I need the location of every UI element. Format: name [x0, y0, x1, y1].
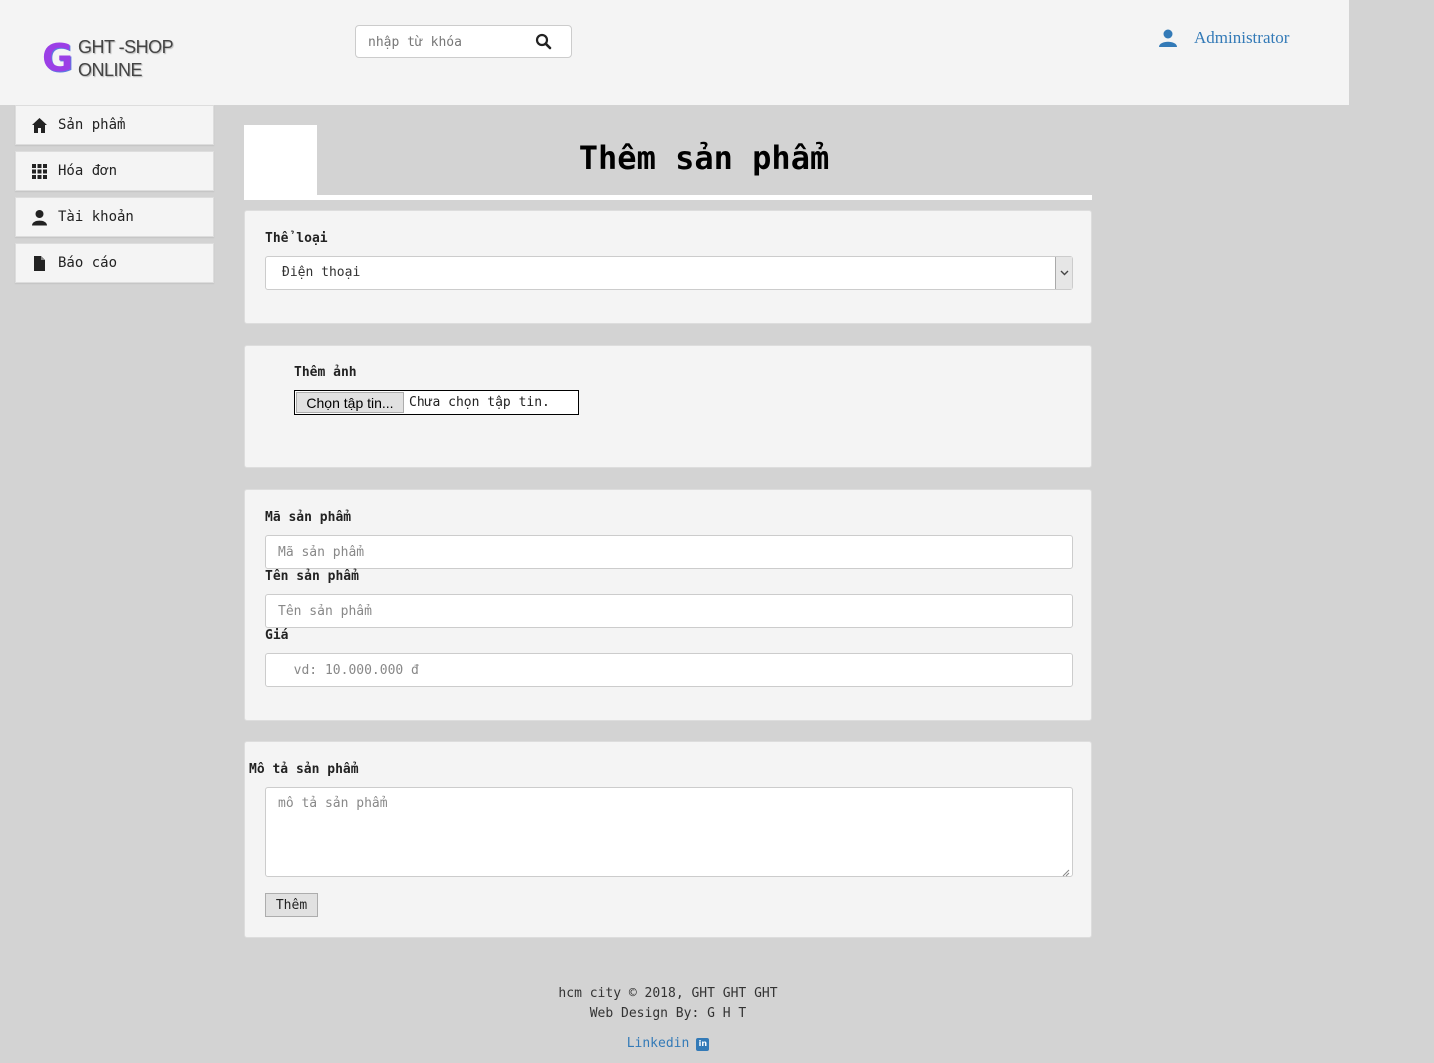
price-input[interactable] [265, 653, 1073, 687]
search-box [355, 25, 572, 58]
footer-copyright: hcm city © 2018, GHT GHT GHT [558, 986, 778, 1001]
image-label: Thêm ảnh [294, 365, 357, 380]
product-code-input[interactable] [265, 535, 1073, 569]
sidebar-item-invoices[interactable]: Hóa đơn [15, 151, 214, 191]
file-status: Chưa chọn tập tin. [409, 395, 550, 410]
sidebar-item-label: Tài khoản [58, 209, 134, 225]
sidebar: Sản phẩm Hóa đơn Tài khoản Báo cáo [15, 105, 214, 289]
sidebar-item-label: Báo cáo [58, 255, 118, 271]
category-select-value: Điện thoại [282, 265, 361, 280]
page-title: Thêm sản phẩm [578, 139, 830, 177]
sidebar-item-accounts[interactable]: Tài khoản [15, 197, 214, 237]
description-panel: Mô tả sản phẩm Thêm [244, 741, 1092, 938]
description-label: Mô tả sản phẩm [249, 762, 359, 777]
logo-text-line2: ONLINE [78, 60, 143, 80]
logo-letter: G [42, 36, 74, 80]
category-label: Thể loại [265, 231, 328, 246]
image-panel: Thêm ảnh Chọn tập tin... Chưa chọn tập t… [244, 345, 1092, 468]
linkedin-link[interactable]: Linkedin in [627, 1034, 710, 1054]
user-icon [31, 209, 48, 226]
description-textarea[interactable] [265, 787, 1073, 877]
choose-file-button[interactable]: Chọn tập tin... [296, 392, 404, 413]
user-icon [1158, 28, 1178, 48]
file-icon [31, 255, 48, 272]
sidebar-item-reports[interactable]: Báo cáo [15, 243, 214, 283]
home-icon [31, 117, 48, 134]
title-underline [244, 195, 1092, 200]
sidebar-item-products[interactable]: Sản phẩm [15, 105, 214, 145]
chevron-down-icon[interactable] [1055, 257, 1072, 289]
product-name-input[interactable] [265, 594, 1073, 628]
header: G GHT -SHOP ONLINE Administrator [0, 0, 1349, 105]
file-input[interactable]: Chọn tập tin... Chưa chọn tập tin. [294, 390, 579, 415]
footer-credit: Web Design By: G H T [589, 1006, 747, 1021]
product-info-panel: Mã sản phẩm Tên sản phẩm Giá [244, 489, 1092, 721]
sidebar-item-label: Sản phẩm [58, 117, 126, 133]
price-label: Giá [265, 628, 289, 643]
grid-icon [31, 163, 48, 180]
resize-grip-icon[interactable] [1061, 866, 1070, 877]
page-header: Thêm sản phẩm [244, 125, 1092, 200]
product-name-label: Tên sản phẩm [265, 569, 359, 584]
category-select[interactable]: Điện thoại [265, 256, 1073, 290]
logo[interactable]: G GHT -SHOP ONLINE [42, 36, 182, 86]
sidebar-item-label: Hóa đơn [58, 163, 118, 179]
user-menu[interactable]: Administrator [1158, 26, 1289, 50]
user-name-link[interactable]: Administrator [1194, 28, 1289, 48]
logo-text-line1: GHT -SHOP [78, 37, 174, 57]
category-panel: Thể loại Điện thoại [244, 210, 1092, 324]
linkedin-icon: in [696, 1037, 710, 1051]
footer: hcm city © 2018, GHT GHT GHT Web Design … [244, 984, 1092, 1054]
product-code-label: Mã sản phẩm [265, 510, 352, 525]
add-product-button[interactable]: Thêm [265, 893, 318, 917]
search-input[interactable] [368, 32, 533, 52]
search-icon[interactable] [535, 33, 553, 51]
linkedin-link-label: Linkedin [626, 1036, 690, 1051]
